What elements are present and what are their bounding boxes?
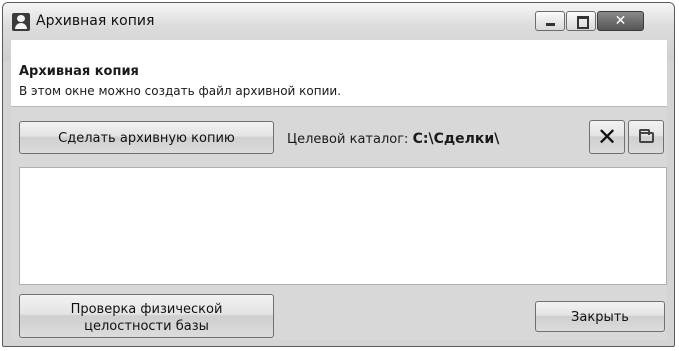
target-directory-label: Целевой каталог: xyxy=(287,132,409,147)
check-integrity-label-line1: Проверка физической xyxy=(70,301,223,317)
check-integrity-button[interactable]: Проверка физической целостности базы xyxy=(19,294,274,338)
header-description: В этом окне можно создать файл архивной … xyxy=(19,84,342,98)
header-panel: Архивная копия В этом окне можно создать… xyxy=(11,40,667,107)
archive-copy-window: Архивная копия ✕ Архивная копия В этом о… xyxy=(2,2,675,347)
header-title: Архивная копия xyxy=(19,64,139,79)
maximize-icon xyxy=(577,16,589,29)
clear-target-button[interactable]: ✕ xyxy=(589,120,625,154)
check-integrity-label-line2: целостности базы xyxy=(84,318,209,334)
target-directory-value: C:\Сделки\ xyxy=(412,131,500,147)
close-window-button[interactable]: ✕ xyxy=(597,11,644,31)
target-directory: Целевой каталог: C:\Сделки\ xyxy=(287,131,499,147)
app-icon xyxy=(12,13,30,31)
close-button[interactable]: Закрыть xyxy=(535,301,665,332)
minimize-button[interactable] xyxy=(535,11,565,31)
minimize-icon xyxy=(546,23,555,26)
browse-folder-button[interactable] xyxy=(628,120,664,154)
close-icon: ✕ xyxy=(596,123,618,151)
window-title: Архивная копия xyxy=(36,13,155,29)
close-icon: ✕ xyxy=(614,13,627,29)
make-backup-button[interactable]: Сделать архивную копию xyxy=(19,121,274,154)
folder-icon xyxy=(639,129,654,143)
log-area[interactable] xyxy=(19,167,667,285)
dialog-body: Архивная копия В этом окне можно создать… xyxy=(11,40,667,340)
maximize-button[interactable] xyxy=(566,11,596,31)
